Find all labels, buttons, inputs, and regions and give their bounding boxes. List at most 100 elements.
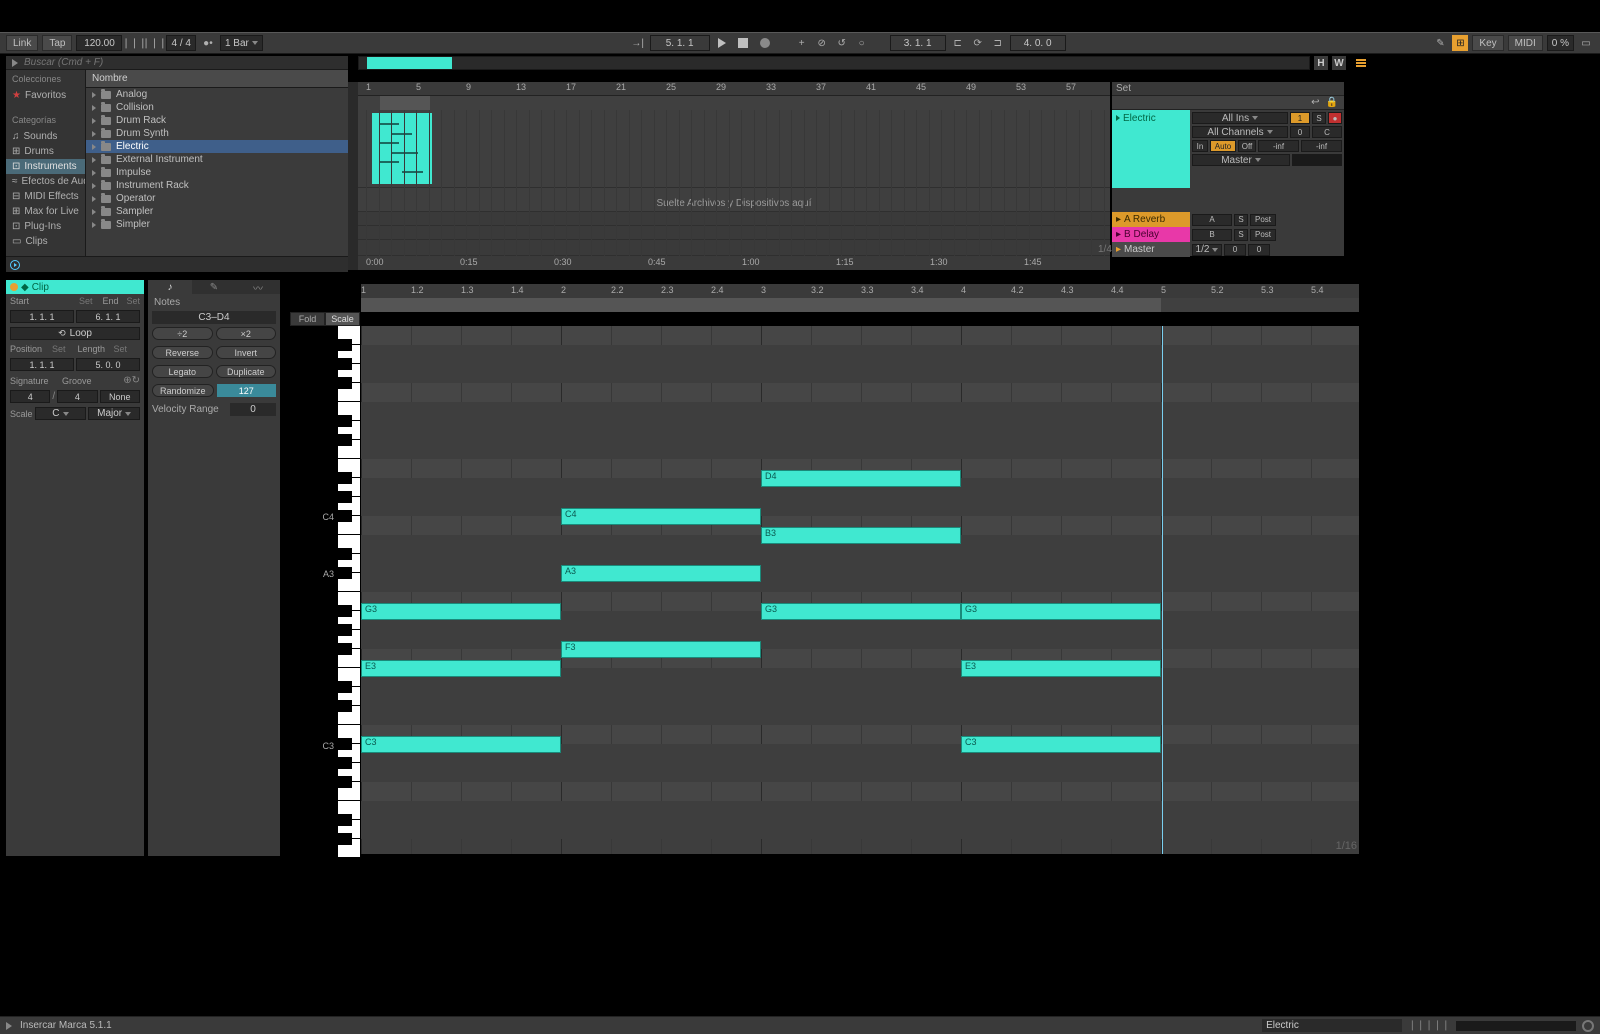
search-input[interactable] xyxy=(24,57,348,68)
metronome-icon[interactable]: ●• xyxy=(200,35,216,51)
track-header-main[interactable]: Electric All Ins 1 S ● All Channels 0 C … xyxy=(1112,110,1344,188)
midi-note[interactable]: D4 xyxy=(761,470,961,487)
send-a[interactable]: -inf xyxy=(1258,140,1299,152)
reenable-auto-icon[interactable]: ↺ xyxy=(834,35,850,51)
timesig-field[interactable]: 4 / 4 xyxy=(166,35,195,51)
quantize-field[interactable]: 1 Bar xyxy=(220,35,263,51)
arrangement-tracks[interactable]: Suelte Archivos y Dispositivos aquí xyxy=(358,110,1110,256)
fold-button[interactable]: Fold xyxy=(290,312,325,326)
song-position[interactable]: 5. 1. 1 xyxy=(650,35,710,51)
sidebar-item-plug-ins[interactable]: ⊡Plug-Ins xyxy=(6,219,85,234)
nudge-up-icon[interactable]: ❘❘❘ xyxy=(146,35,162,51)
track-name[interactable]: Electric xyxy=(1112,110,1190,188)
duplicate-button[interactable]: Duplicate xyxy=(216,365,277,378)
arrangement-time-ruler[interactable]: 0:000:150:300:451:001:151:301:45 xyxy=(358,256,1110,270)
midi-note[interactable]: E3 xyxy=(361,660,561,677)
arrange-view-button[interactable]: W xyxy=(1332,56,1346,70)
clip-title[interactable]: ◆Clip xyxy=(6,280,144,294)
browser-collapse-icon[interactable] xyxy=(12,59,18,67)
sidebar-item-drums[interactable]: ⊞Drums xyxy=(6,144,85,159)
randomize-button[interactable]: Randomize xyxy=(152,384,214,397)
mon-off[interactable]: Off xyxy=(1238,140,1256,152)
sidebar-item-clips[interactable]: ▭Clips xyxy=(6,234,85,249)
piano-keyboard[interactable] xyxy=(338,326,360,854)
browser-item[interactable]: Instrument Rack xyxy=(86,179,348,192)
mpe-tab[interactable]: 〰 xyxy=(236,280,280,294)
follow-icon[interactable]: →| xyxy=(630,35,646,51)
automation-arm-icon[interactable]: ⊘ xyxy=(814,35,830,51)
half-button[interactable]: ÷2 xyxy=(152,327,213,340)
loop-region[interactable] xyxy=(361,298,1161,312)
capture-icon[interactable]: ○ xyxy=(854,35,870,51)
midi-note[interactable]: E3 xyxy=(961,660,1161,677)
master-track[interactable]: ▸Master 1/2 0 0 xyxy=(1112,242,1344,257)
output[interactable]: Master xyxy=(1192,154,1290,166)
double-button[interactable]: ×2 xyxy=(216,327,277,340)
loop-start[interactable]: 3. 1. 1 xyxy=(890,35,946,51)
scale-button[interactable]: Scale xyxy=(325,312,360,326)
computer-midi-icon[interactable]: ⊞ xyxy=(1452,35,1468,51)
input-channel[interactable]: All Channels xyxy=(1192,126,1288,138)
mon-in[interactable]: In xyxy=(1192,140,1208,152)
pianoroll-ruler[interactable]: 11.21.31.422.22.32.433.23.33.444.24.34.4… xyxy=(361,284,1359,298)
nudge-down-icon[interactable]: ❘❘❘ xyxy=(126,35,142,51)
loop-toggle[interactable]: ⟲ Loop xyxy=(10,327,140,340)
scale-mode[interactable]: Major xyxy=(88,407,140,420)
sidebar-item-favorites[interactable]: ★Favoritos xyxy=(6,88,85,103)
mon-auto[interactable]: Auto xyxy=(1210,140,1236,152)
browser-item[interactable]: Operator xyxy=(86,192,348,205)
midi-note[interactable]: G3 xyxy=(961,603,1161,620)
midi-note[interactable]: G3 xyxy=(361,603,561,620)
groove-field[interactable]: None xyxy=(100,390,140,403)
browser-item[interactable]: Simpler xyxy=(86,218,348,231)
track-number[interactable]: 1 xyxy=(1290,112,1310,124)
midi-note[interactable]: A3 xyxy=(561,565,761,582)
midi-note[interactable]: B3 xyxy=(761,527,961,544)
loop-icon[interactable]: ⟳ xyxy=(970,35,986,51)
punch-out-icon[interactable]: ⊐ xyxy=(990,35,1006,51)
solo-button[interactable]: S xyxy=(1312,112,1326,124)
sig-den[interactable]: 4 xyxy=(57,390,97,403)
midi-note[interactable]: G3 xyxy=(761,603,961,620)
browser-item[interactable]: Drum Rack xyxy=(86,114,348,127)
overdub-icon[interactable]: + xyxy=(794,35,810,51)
note-grid[interactable]: 1/16 D4C4B3A3G3G3G3F3E3E3C3C3 xyxy=(361,326,1359,854)
sidebar-item-efectos-de-audio[interactable]: ≈Efectos de Audio xyxy=(6,174,85,189)
back-to-arr-icon[interactable]: ↩ xyxy=(1311,97,1319,108)
sidebar-item-midi-effects[interactable]: ⊟MIDI Effects xyxy=(6,189,85,204)
device-name[interactable]: Electric xyxy=(1262,1019,1402,1032)
loop-length[interactable]: 4. 0. 0 xyxy=(1010,35,1066,51)
scale-key[interactable]: C xyxy=(35,407,87,420)
envelope-tab[interactable]: ✎ xyxy=(192,280,236,294)
sidebar-item-sounds[interactable]: ♫Sounds xyxy=(6,129,85,144)
browser-item[interactable]: External Instrument xyxy=(86,153,348,166)
midi-note[interactable]: C3 xyxy=(961,736,1161,753)
midi-map-button[interactable]: MIDI xyxy=(1508,35,1543,51)
vrange-value[interactable]: 0 xyxy=(230,403,276,416)
randomize-value[interactable]: 127 xyxy=(217,384,277,397)
detail-toggle-icon[interactable] xyxy=(6,1022,12,1030)
return-a[interactable]: ▸A Reverb A S Post xyxy=(1112,212,1344,227)
browser-item[interactable]: Drum Synth xyxy=(86,127,348,140)
clip-end[interactable]: 6. 1. 1 xyxy=(76,310,140,323)
input-type[interactable]: All Ins xyxy=(1192,112,1288,124)
browser-item[interactable]: Collision xyxy=(86,101,348,114)
record-button[interactable] xyxy=(760,38,770,48)
sidebar-item-instruments[interactable]: ⊡Instruments xyxy=(6,159,85,174)
browser-item[interactable]: Sampler xyxy=(86,205,348,218)
pan[interactable]: 0 xyxy=(1290,126,1310,138)
reverse-button[interactable]: Reverse xyxy=(152,346,213,359)
notes-tab[interactable]: ♪ xyxy=(148,280,192,294)
browser-item[interactable]: Analog xyxy=(86,88,348,101)
arrangement-ruler[interactable]: 159131721252933374145495357 xyxy=(358,82,1110,96)
link-button[interactable]: Link xyxy=(6,35,38,51)
sig-num[interactable]: 4 xyxy=(10,390,50,403)
arrangement-overview[interactable] xyxy=(358,56,1310,70)
sidebar-item-max-for-live[interactable]: ⊞Max for Live xyxy=(6,204,85,219)
preview-play-icon[interactable] xyxy=(10,260,20,270)
draw-mode-icon[interactable]: ✎ xyxy=(1432,35,1448,51)
overview-viewport[interactable] xyxy=(367,57,452,69)
lock-icon[interactable]: 🔒 xyxy=(1326,97,1338,108)
loop-brace[interactable] xyxy=(380,96,430,110)
midi-note[interactable]: C4 xyxy=(561,508,761,525)
